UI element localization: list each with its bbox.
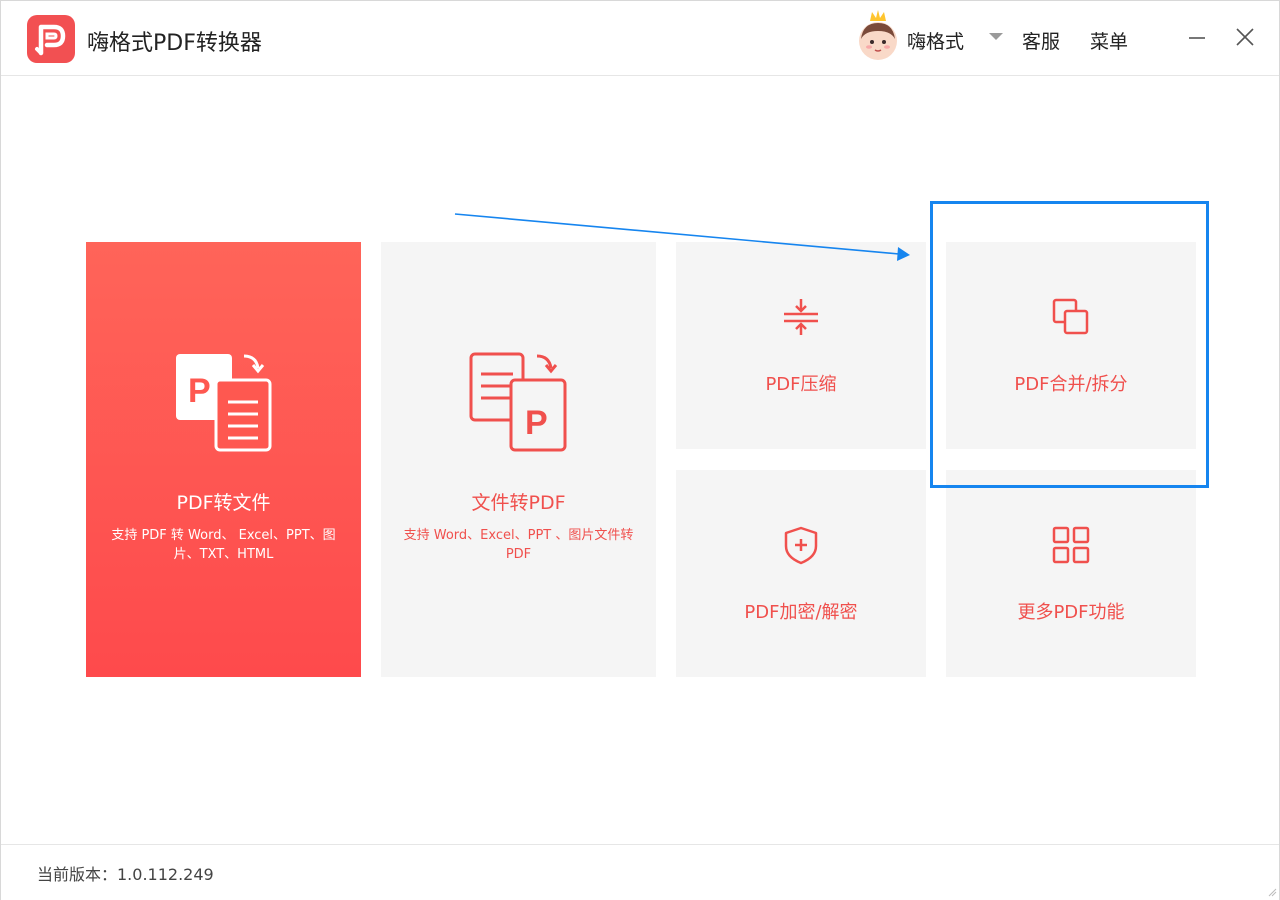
pdf-to-file-card[interactable]: P PDF转文件 支持 PDF 转 Word、 Excel、PPT、图片、TXT…: [86, 242, 361, 677]
menu-link[interactable]: 菜单: [1090, 27, 1128, 54]
user-name[interactable]: 嗨格式: [907, 27, 964, 54]
pdf-encrypt-title: PDF加密/解密: [744, 602, 858, 623]
shield-plus-icon: [781, 525, 821, 569]
svg-text:P: P: [188, 372, 211, 410]
pdf-compress-card[interactable]: PDF压缩: [676, 242, 926, 449]
app-logo-icon: [27, 15, 75, 63]
user-avatar[interactable]: [853, 9, 903, 61]
minimize-icon[interactable]: [1183, 23, 1211, 51]
more-features-title: 更多PDF功能: [1017, 602, 1125, 623]
close-icon[interactable]: [1231, 23, 1259, 51]
pdf-compress-title: PDF压缩: [765, 374, 837, 395]
svg-text:P: P: [525, 404, 548, 442]
pdf-to-file-icon: P: [172, 350, 276, 458]
compress-icon: [781, 297, 821, 341]
pdf-merge-split-card[interactable]: PDF合并/拆分: [946, 242, 1196, 449]
more-features-card[interactable]: 更多PDF功能: [946, 470, 1196, 677]
chevron-down-icon[interactable]: [989, 33, 1003, 40]
resize-grip-icon[interactable]: [1267, 874, 1277, 898]
file-to-pdf-card[interactable]: P 文件转PDF 支持 Word、Excel、PPT 、图片文件转 PDF: [381, 242, 656, 677]
title-bar: 嗨格式PDF转换器 嗨格式 客服 菜单: [1, 1, 1279, 76]
app-window: 嗨格式PDF转换器 嗨格式 客服 菜单 P PDF转文件 支持 PDF 转 Wo…: [0, 0, 1280, 900]
service-link[interactable]: 客服: [1022, 27, 1060, 54]
pdf-to-file-title: PDF转文件: [176, 492, 271, 514]
pdf-to-file-desc: 支持 PDF 转 Word、 Excel、PPT、图片、TXT、HTML: [111, 528, 336, 562]
app-title: 嗨格式PDF转换器: [87, 31, 262, 56]
merge-icon: [1051, 297, 1091, 341]
status-footer: 当前版本：1.0.112.249: [1, 844, 1279, 900]
version-label: 当前版本：1.0.112.249: [37, 865, 214, 884]
pdf-encrypt-card[interactable]: PDF加密/解密: [676, 470, 926, 677]
file-to-pdf-desc: 支持 Word、Excel、PPT 、图片文件转 PDF: [403, 528, 634, 562]
file-to-pdf-icon: P: [467, 350, 571, 458]
grid-icon: [1051, 525, 1091, 569]
pdf-merge-split-title: PDF合并/拆分: [1014, 374, 1128, 395]
file-to-pdf-title: 文件转PDF: [471, 492, 566, 514]
